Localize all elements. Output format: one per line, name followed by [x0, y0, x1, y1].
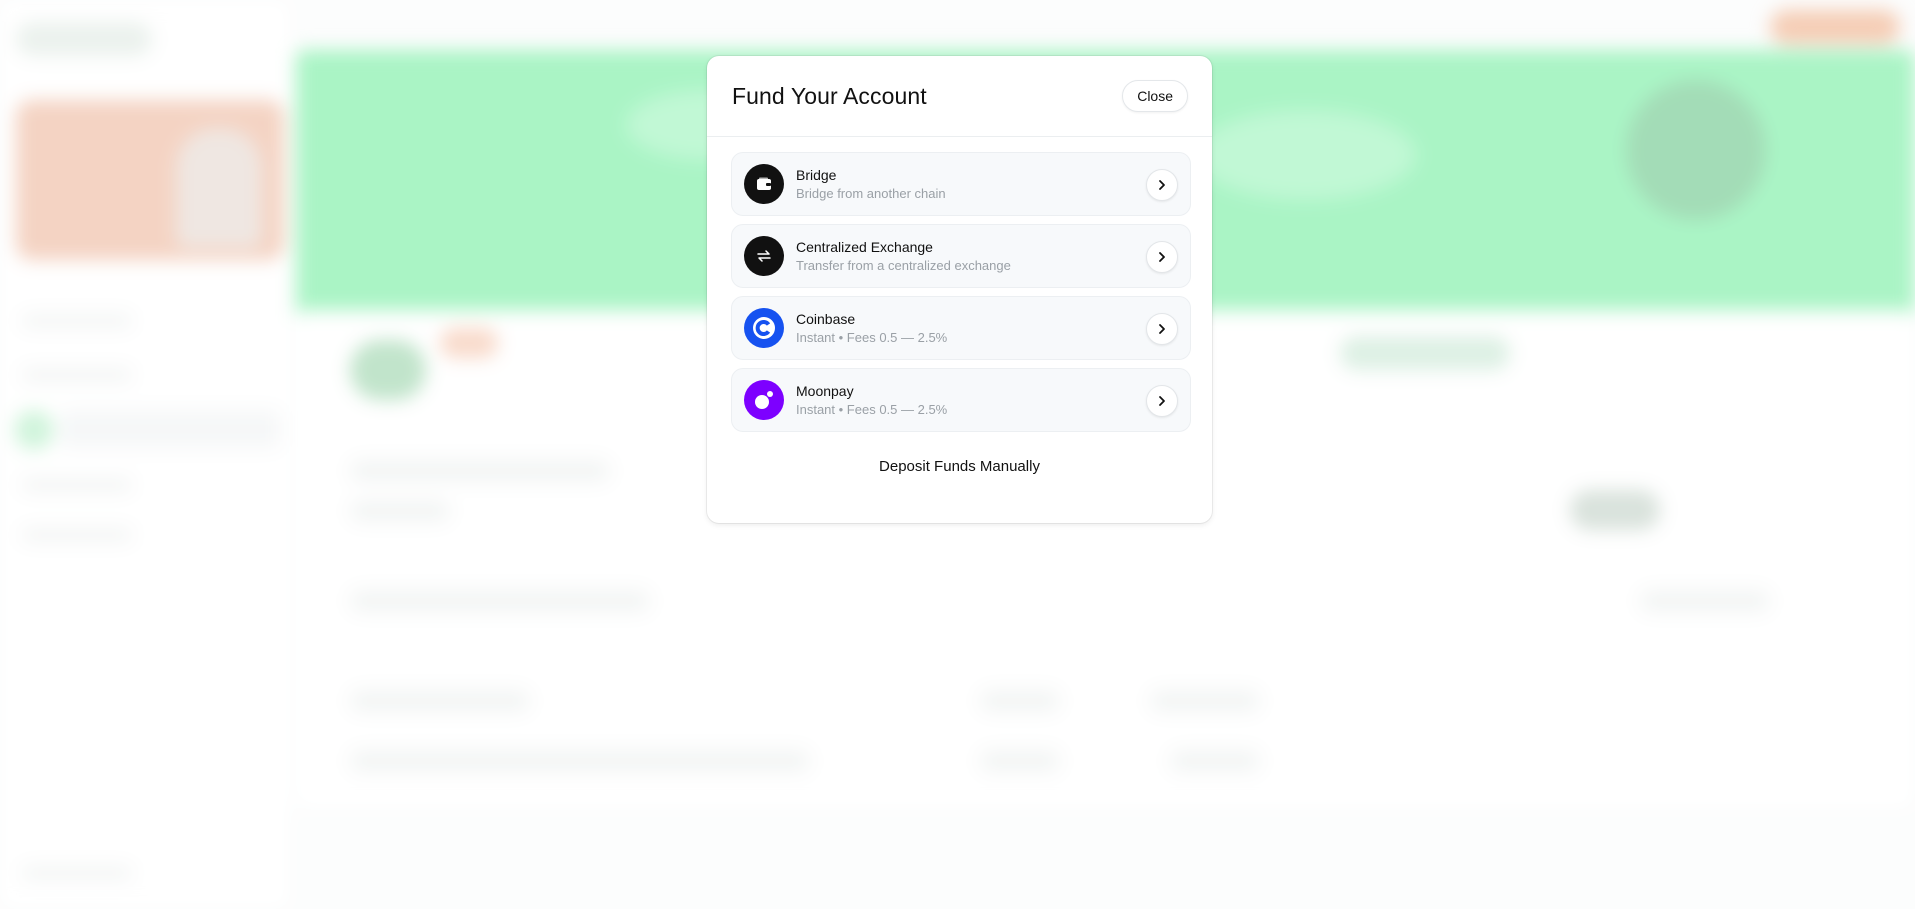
modal-header: Fund Your Account Close — [707, 56, 1212, 137]
option-coinbase[interactable]: Coinbase Instant • Fees 0.5 — 2.5% — [731, 296, 1191, 360]
option-subtitle: Instant • Fees 0.5 — 2.5% — [796, 330, 948, 345]
chevron-right-icon[interactable] — [1146, 385, 1178, 417]
option-title: Bridge — [796, 167, 837, 183]
moonpay-icon — [744, 380, 784, 420]
option-title: Moonpay — [796, 383, 854, 399]
fund-account-modal: Fund Your Account Close Bridge Bridge fr… — [707, 56, 1212, 523]
option-title: Centralized Exchange — [796, 239, 933, 255]
option-subtitle: Bridge from another chain — [796, 186, 946, 201]
option-title: Coinbase — [796, 311, 856, 327]
deposit-funds-manually-button[interactable]: Deposit Funds Manually — [707, 458, 1212, 475]
coinbase-icon — [744, 308, 784, 348]
option-moonpay[interactable]: Moonpay Instant • Fees 0.5 — 2.5% — [731, 368, 1191, 432]
exchange-arrows-icon — [744, 236, 784, 276]
chevron-right-icon[interactable] — [1146, 241, 1178, 273]
close-button[interactable]: Close — [1122, 80, 1188, 112]
option-subtitle: Instant • Fees 0.5 — 2.5% — [796, 402, 948, 417]
wallet-icon — [744, 164, 784, 204]
option-centralized-exchange[interactable]: Centralized Exchange Transfer from a cen… — [731, 224, 1191, 288]
option-bridge[interactable]: Bridge Bridge from another chain — [731, 152, 1191, 216]
modal-title: Fund Your Account — [732, 83, 927, 109]
chevron-right-icon[interactable] — [1146, 313, 1178, 345]
option-subtitle: Transfer from a centralized exchange — [796, 258, 1011, 273]
chevron-right-icon[interactable] — [1146, 169, 1178, 201]
